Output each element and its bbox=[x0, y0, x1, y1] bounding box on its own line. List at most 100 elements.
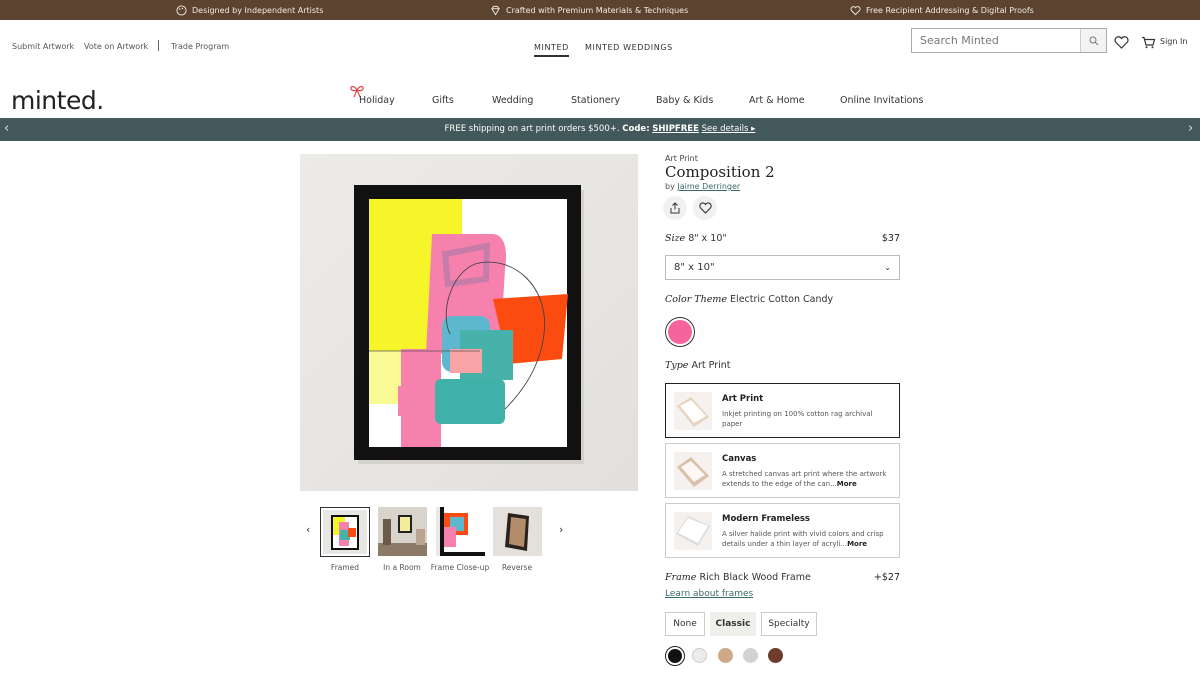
thumb-reverse[interactable] bbox=[493, 507, 542, 556]
frame-color-walnut[interactable] bbox=[768, 648, 783, 663]
more-link[interactable]: More bbox=[837, 480, 857, 488]
search-button[interactable] bbox=[1080, 29, 1106, 52]
util-divider bbox=[158, 40, 159, 51]
thumb-framed-image bbox=[323, 510, 367, 554]
nav-online-invitations[interactable]: Online Invitations bbox=[840, 95, 923, 106]
promo-next-arrow[interactable]: › bbox=[1188, 121, 1193, 136]
art-print-icon bbox=[674, 392, 712, 430]
byline-by: by bbox=[665, 182, 675, 191]
vote-artwork-link[interactable]: Vote on Artwork bbox=[84, 42, 148, 51]
top-value-bar: Designed by Independent Artists Crafted … bbox=[0, 0, 1200, 20]
type-option-modern-frameless[interactable]: Modern Frameless A silver halide print w… bbox=[665, 503, 900, 558]
product-main-image[interactable] bbox=[300, 154, 638, 491]
thumb-in-a-room[interactable] bbox=[378, 507, 427, 556]
color-theme-value: Electric Cotton Candy bbox=[730, 294, 834, 305]
cart-button[interactable] bbox=[1140, 36, 1156, 49]
nav-holiday[interactable]: Holiday bbox=[359, 95, 395, 106]
type-option-title: Modern Frameless bbox=[722, 514, 810, 524]
type-row: Type Art Print bbox=[665, 360, 730, 371]
product-type-eyebrow: Art Print bbox=[665, 154, 698, 163]
product-byline: by Jaime Derringer bbox=[665, 182, 740, 191]
frame-label: Frame bbox=[665, 572, 697, 583]
value-prop-addressing-text: Free Recipient Addressing & Digital Proo… bbox=[866, 6, 1034, 15]
promo-text: FREE shipping on art print orders $500+. bbox=[444, 124, 620, 134]
color-theme-label: Color Theme bbox=[665, 294, 728, 305]
tab-minted-weddings[interactable]: MINTED WEDDINGS bbox=[585, 43, 673, 52]
frame-price: +$27 bbox=[873, 572, 900, 583]
frameless-icon bbox=[674, 512, 712, 550]
size-value: 8" x 10" bbox=[688, 233, 727, 244]
type-option-art-print[interactable]: Art Print Inkjet printing on 100% cotton… bbox=[665, 383, 900, 438]
thumb-label-frame-closeup: Frame Close-up bbox=[430, 563, 490, 572]
size-price: $37 bbox=[881, 233, 900, 244]
swatch-fill bbox=[668, 320, 692, 344]
gallery-prev-arrow[interactable]: ‹ bbox=[306, 523, 310, 536]
share-icon bbox=[670, 202, 680, 214]
heart-icon bbox=[850, 6, 861, 16]
thumb-framed[interactable] bbox=[320, 507, 370, 557]
size-select[interactable]: 8" x 10" ⌄ bbox=[665, 255, 900, 280]
artist-link[interactable]: Jaime Derringer bbox=[677, 182, 740, 191]
frame-style-none[interactable]: None bbox=[665, 612, 705, 636]
frame-color-white[interactable] bbox=[692, 648, 707, 663]
gallery-next-arrow[interactable]: › bbox=[559, 523, 563, 536]
product-title: Composition 2 bbox=[665, 163, 775, 181]
frame-style-specialty[interactable]: Specialty bbox=[761, 612, 817, 636]
thumb-room-image bbox=[378, 507, 427, 556]
promo-code: SHIPFREE bbox=[652, 124, 699, 134]
sign-in-link[interactable]: Sign In bbox=[1160, 37, 1187, 46]
thumb-label-reverse: Reverse bbox=[501, 563, 533, 572]
value-prop-addressing: Free Recipient Addressing & Digital Proo… bbox=[850, 5, 1034, 16]
color-swatch-selected[interactable] bbox=[665, 317, 695, 347]
frame-row: Frame Rich Black Wood Frame bbox=[665, 572, 811, 583]
trade-program-link[interactable]: Trade Program bbox=[171, 42, 229, 51]
chevron-down-icon: ⌄ bbox=[884, 263, 891, 272]
nav-stationery[interactable]: Stationery bbox=[571, 95, 620, 106]
promo-details-link[interactable]: See details ▸ bbox=[702, 124, 756, 134]
favorites-button[interactable] bbox=[1113, 35, 1129, 49]
size-select-value: 8" x 10" bbox=[674, 262, 715, 273]
frame-color-natural[interactable] bbox=[718, 648, 733, 663]
frame-color-fill bbox=[668, 649, 682, 663]
framed-artwork-illustration bbox=[300, 154, 638, 491]
more-link[interactable]: More bbox=[847, 540, 867, 548]
heart-icon bbox=[1113, 35, 1129, 49]
nav-wedding[interactable]: Wedding bbox=[492, 95, 533, 106]
size-label: Size bbox=[665, 233, 686, 244]
size-row: Size 8" x 10" bbox=[665, 233, 727, 244]
minted-logo[interactable]: minted. bbox=[11, 86, 104, 115]
diamond-icon bbox=[491, 5, 500, 16]
favorite-product-button[interactable] bbox=[693, 196, 717, 220]
type-option-title: Canvas bbox=[722, 454, 757, 464]
search-box[interactable]: Search Minted bbox=[911, 28, 1107, 53]
type-option-canvas[interactable]: Canvas A stretched canvas art print wher… bbox=[665, 443, 900, 498]
learn-about-frames-link[interactable]: Learn about frames bbox=[665, 589, 753, 599]
nav-baby-kids[interactable]: Baby & Kids bbox=[656, 95, 713, 106]
type-label: Type bbox=[665, 360, 689, 371]
frame-color-black[interactable] bbox=[665, 646, 685, 666]
thumb-frame-closeup[interactable] bbox=[436, 507, 485, 556]
frame-style-classic[interactable]: Classic bbox=[710, 612, 756, 636]
type-option-desc: Inkjet printing on 100% cotton rag archi… bbox=[722, 409, 892, 429]
value-prop-materials-text: Crafted with Premium Materials & Techniq… bbox=[506, 6, 689, 15]
type-option-desc-text: A stretched canvas art print where the a… bbox=[722, 470, 887, 488]
submit-artwork-link[interactable]: Submit Artwork bbox=[12, 42, 74, 51]
search-icon bbox=[1089, 36, 1098, 45]
nav-gifts[interactable]: Gifts bbox=[432, 95, 454, 106]
type-option-title: Art Print bbox=[722, 394, 764, 404]
share-button[interactable] bbox=[663, 196, 687, 220]
thumb-label-in-a-room: In a Room bbox=[383, 563, 421, 572]
frame-value: Rich Black Wood Frame bbox=[699, 572, 811, 583]
frame-color-silver[interactable] bbox=[743, 648, 758, 663]
thumb-label-framed: Framed bbox=[330, 563, 360, 572]
nav-art-home[interactable]: Art & Home bbox=[749, 95, 805, 106]
value-prop-artists: Designed by Independent Artists bbox=[176, 5, 323, 16]
promo-banner: ‹ FREE shipping on art print orders $500… bbox=[0, 118, 1200, 141]
thumb-closeup-image bbox=[436, 507, 485, 556]
search-input[interactable]: Search Minted bbox=[920, 34, 999, 47]
type-value: Art Print bbox=[691, 360, 731, 371]
tab-minted[interactable]: MINTED bbox=[534, 43, 569, 57]
type-option-desc: A stretched canvas art print where the a… bbox=[722, 469, 892, 489]
type-option-desc-text: Inkjet printing on 100% cotton rag archi… bbox=[722, 410, 873, 428]
cart-icon bbox=[1141, 36, 1155, 49]
